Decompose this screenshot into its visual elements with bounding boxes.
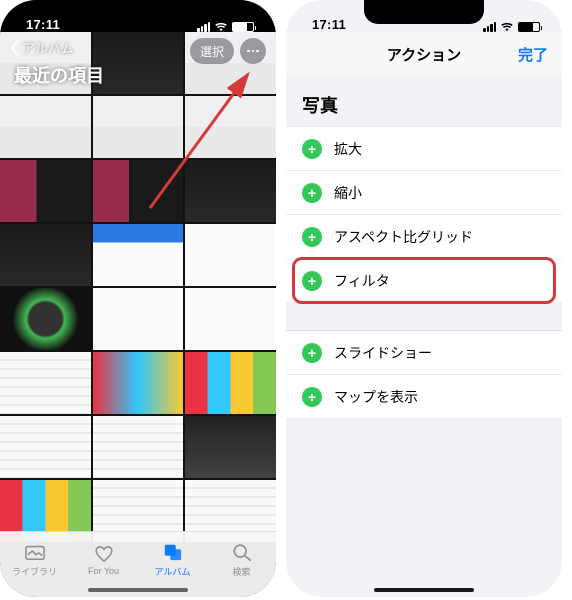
nav-bar: アクション 完了 — [286, 32, 562, 76]
plus-icon: + — [302, 139, 322, 159]
plus-icon: + — [302, 343, 322, 363]
action-label: 拡大 — [334, 139, 362, 159]
thumbnail[interactable] — [185, 352, 276, 414]
thumbnail[interactable] — [0, 352, 91, 414]
battery-icon — [232, 22, 254, 32]
ellipsis-icon — [247, 50, 259, 53]
action-row-aspect-grid[interactable]: + アスペクト比グリッド — [286, 215, 562, 259]
plus-icon: + — [302, 227, 322, 247]
tab-label: アルバム — [155, 565, 191, 578]
tab-label: For You — [88, 566, 119, 576]
list-separator — [286, 303, 562, 331]
action-row-zoom-out[interactable]: + 縮小 — [286, 171, 562, 215]
signal-icon — [197, 22, 210, 32]
thumbnail[interactable] — [93, 160, 184, 222]
action-label: アスペクト比グリッド — [334, 227, 473, 247]
action-list: + 拡大 + 縮小 + アスペクト比グリッド + フィルタ + スライドショー … — [286, 126, 562, 419]
thumbnail[interactable] — [0, 288, 91, 350]
page-title: 最近の項目 — [14, 62, 104, 88]
thumbnail[interactable] — [0, 224, 91, 286]
nav-header: アルバム 最近の項目 選択 — [0, 32, 276, 88]
thumbnail[interactable] — [93, 288, 184, 350]
chevron-left-icon — [10, 40, 20, 56]
tab-label: 検索 — [232, 565, 250, 578]
more-button[interactable] — [240, 38, 266, 64]
action-label: マップを表示 — [334, 387, 418, 407]
status-time: 17:11 — [26, 17, 60, 32]
home-indicator[interactable] — [374, 588, 474, 592]
wifi-icon — [214, 22, 228, 32]
section-label: 写真 — [286, 76, 562, 126]
select-button[interactable]: 選択 — [190, 38, 234, 64]
search-icon — [231, 542, 253, 562]
plus-icon: + — [302, 271, 322, 291]
action-row-filter[interactable]: + フィルタ — [286, 259, 562, 303]
battery-icon — [518, 22, 540, 32]
action-row-zoom-in[interactable]: + 拡大 — [286, 127, 562, 171]
thumbnail[interactable] — [185, 160, 276, 222]
notch — [364, 0, 484, 24]
notch — [78, 0, 198, 24]
plus-icon: + — [302, 387, 322, 407]
thumbnail[interactable] — [93, 416, 184, 478]
foryou-icon — [93, 543, 115, 563]
thumbnail[interactable] — [185, 416, 276, 478]
action-label: 縮小 — [334, 183, 362, 203]
thumbnail[interactable] — [185, 288, 276, 350]
action-label: スライドショー — [334, 343, 432, 363]
thumbnail[interactable] — [93, 224, 184, 286]
library-icon — [24, 542, 46, 562]
status-icons — [483, 22, 540, 32]
photo-grid[interactable] — [0, 32, 276, 531]
plus-icon: + — [302, 183, 322, 203]
status-time: 17:11 — [312, 17, 346, 32]
thumbnail[interactable] — [185, 96, 276, 158]
wifi-icon — [500, 22, 514, 32]
home-indicator[interactable] — [88, 588, 188, 592]
signal-icon — [483, 22, 496, 32]
albums-icon — [162, 542, 184, 562]
tab-library[interactable]: ライブラリ — [0, 532, 69, 597]
thumbnail[interactable] — [185, 224, 276, 286]
action-row-slideshow[interactable]: + スライドショー — [286, 331, 562, 375]
tab-search[interactable]: 検索 — [207, 532, 276, 597]
thumbnail[interactable] — [0, 416, 91, 478]
thumbnail[interactable] — [93, 352, 184, 414]
back-button[interactable]: アルバム — [10, 38, 74, 57]
nav-title: アクション — [387, 44, 461, 65]
thumbnail[interactable] — [0, 96, 91, 158]
status-icons — [197, 22, 254, 32]
action-row-map[interactable]: + マップを表示 — [286, 375, 562, 419]
actions-sheet-screen: 17:11 アクション 完了 写真 + 拡大 + 縮小 + アスペクト比グ — [286, 0, 562, 597]
tab-label: ライブラリ — [12, 565, 57, 578]
photos-app-screen: 17:11 — [0, 0, 276, 597]
select-label: 選択 — [200, 43, 224, 60]
back-label: アルバム — [22, 38, 74, 57]
thumbnail[interactable] — [0, 160, 91, 222]
action-label: フィルタ — [334, 271, 390, 291]
thumbnail[interactable] — [93, 96, 184, 158]
done-button[interactable]: 完了 — [518, 44, 548, 65]
